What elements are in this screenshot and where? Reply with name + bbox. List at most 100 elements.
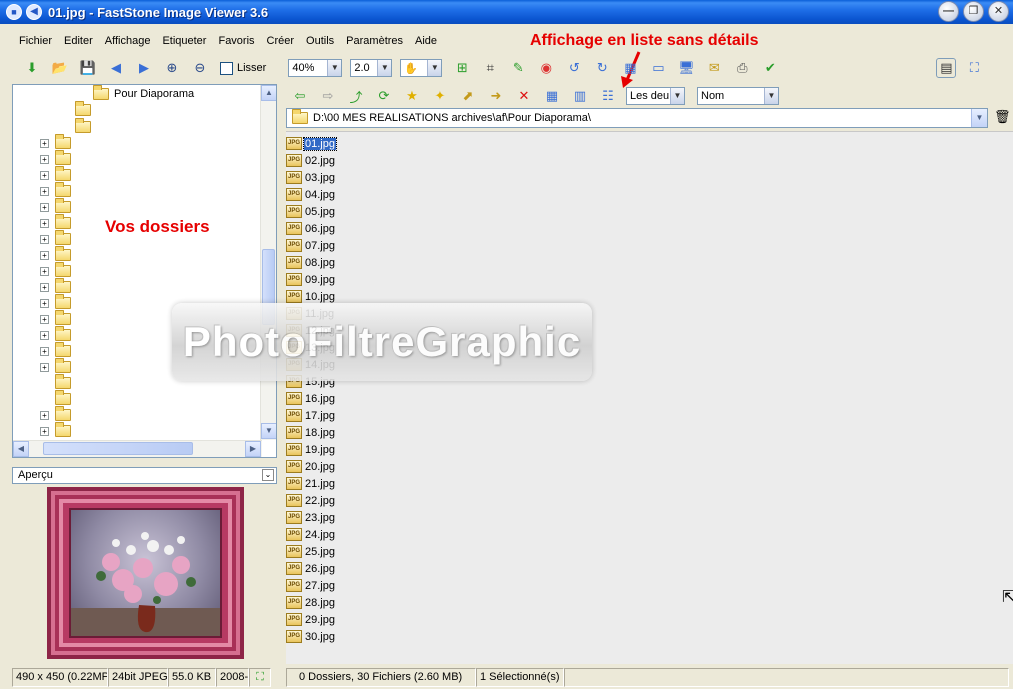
crop-icon[interactable]: ⌗	[480, 58, 500, 78]
zoom-in-icon[interactable]: ⊕	[162, 58, 182, 78]
print-icon[interactable]: ⎙	[732, 58, 752, 78]
tree-item[interactable]: +	[40, 214, 71, 231]
file-item[interactable]: JPG 05.jpg	[286, 203, 336, 220]
move-to-icon[interactable]: ➜	[486, 86, 506, 106]
expand-icon[interactable]: +	[40, 234, 49, 244]
expand-icon[interactable]: +	[40, 298, 49, 308]
tree-item[interactable]: +	[40, 246, 71, 263]
tree-item[interactable]: +	[40, 358, 71, 375]
filter-combo[interactable]: Les deu: ▼	[626, 87, 685, 105]
tree-vertical-scrollbar[interactable]: ▲ ▼	[260, 85, 276, 440]
file-item[interactable]: JPG 18.jpg	[286, 424, 336, 441]
tree-item[interactable]: +	[40, 310, 71, 327]
file-item[interactable]: JPG 23.jpg	[286, 509, 336, 526]
menu-etiqueter[interactable]: Etiqueter	[156, 35, 212, 47]
expand-icon[interactable]: +	[40, 410, 49, 420]
recycle-bin-icon[interactable]: 🗑	[994, 109, 1011, 125]
details-view-icon[interactable]: ▥	[570, 86, 590, 106]
fit-icon[interactable]: ⛶	[249, 667, 271, 687]
folder-up-icon[interactable]: ⤴	[346, 86, 366, 106]
chevron-down-icon[interactable]: ▼	[327, 60, 342, 76]
copy-to-icon[interactable]: ⬈	[458, 86, 478, 106]
tree-item[interactable]: +	[40, 406, 71, 423]
tree-item[interactable]	[55, 390, 71, 407]
next-icon[interactable]: ▶	[134, 58, 154, 78]
rotate-right-icon[interactable]: ↻	[592, 58, 612, 78]
chevron-down-icon[interactable]: ⌄	[262, 469, 274, 481]
file-item[interactable]: JPG 28.jpg	[286, 594, 336, 611]
tree-item[interactable]: +	[40, 182, 71, 199]
save-icon[interactable]: 💾	[78, 58, 98, 78]
expand-icon[interactable]: +	[40, 426, 49, 436]
rotate-left-icon[interactable]: ↺	[564, 58, 584, 78]
red-eye-icon[interactable]: ◉	[536, 58, 556, 78]
tree-item-selected[interactable]: Pour Diaporama	[93, 85, 195, 102]
list-view-icon[interactable]: ☷	[598, 86, 618, 106]
scrollbar-thumb[interactable]	[43, 442, 193, 455]
refresh-icon[interactable]: ⟳	[374, 86, 394, 106]
thumbnails-icon[interactable]: ▦	[620, 58, 640, 78]
app-icon[interactable]: ◀	[26, 4, 42, 20]
tree-item[interactable]: +	[40, 278, 71, 295]
expand-icon[interactable]: +	[40, 314, 49, 324]
tree-item[interactable]: +	[40, 294, 71, 311]
file-item[interactable]: JPG 06.jpg	[286, 220, 336, 237]
chevron-up-icon[interactable]: ▲	[261, 85, 276, 101]
tree-item[interactable]	[75, 118, 91, 135]
file-item[interactable]: JPG 02.jpg	[286, 152, 336, 169]
file-item[interactable]: JPG 20.jpg	[286, 458, 336, 475]
tree-item[interactable]: +	[40, 198, 71, 215]
menu-editer[interactable]: Editer	[58, 35, 99, 47]
chevron-down-icon[interactable]: ▼	[971, 109, 987, 127]
menu-fichier[interactable]: Fichier	[13, 35, 58, 47]
file-item[interactable]: JPG 29.jpg	[286, 611, 336, 628]
expand-icon[interactable]: +	[40, 154, 49, 164]
forward-icon[interactable]: ⇨	[318, 86, 338, 106]
draw-icon[interactable]: ✎	[508, 58, 528, 78]
expand-icon[interactable]: +	[40, 330, 49, 340]
file-item[interactable]: JPG 07.jpg	[286, 237, 336, 254]
title-bar[interactable]: ■ ◀ 01.jpg - FastStone Image Viewer 3.6 …	[0, 0, 1013, 24]
tree-item[interactable]: +	[40, 230, 71, 247]
file-item[interactable]: JPG 08.jpg	[286, 254, 336, 271]
favorites-icon[interactable]: ★	[402, 86, 422, 106]
preview-header[interactable]: Aperçu ⌄	[12, 467, 277, 484]
chevron-down-icon[interactable]: ▼	[670, 88, 684, 104]
resize-icon[interactable]: ⊞	[452, 58, 472, 78]
expand-icon[interactable]: +	[40, 282, 49, 292]
slideshow-icon[interactable]: 🖥	[676, 58, 696, 78]
minimize-button[interactable]: —	[938, 1, 959, 22]
delete-icon[interactable]: ✕	[514, 86, 534, 106]
chevron-down-icon[interactable]: ▼	[377, 60, 392, 76]
full-view-icon[interactable]: ⛶	[964, 58, 984, 78]
email-icon[interactable]: ✉	[704, 58, 724, 78]
file-list[interactable]: JPG 01.jpg JPG 02.jpg JPG 03.jpg JPG 04.jpg JPG 0…	[286, 131, 1013, 664]
file-item[interactable]: JPG 04.jpg	[286, 186, 336, 203]
tree-item[interactable]: +	[40, 262, 71, 279]
close-button[interactable]: ✕	[988, 1, 1009, 22]
tree-item[interactable]	[75, 101, 91, 118]
chevron-left-icon[interactable]: ◀	[13, 441, 29, 457]
panel-splitter[interactable]	[280, 84, 284, 689]
chevron-down-icon[interactable]: ▼	[261, 423, 276, 439]
path-bar[interactable]: D:\00 MES REALISATIONS archives\af\Pour …	[286, 108, 988, 128]
tree-item[interactable]: +	[40, 134, 71, 151]
menu-creer[interactable]: Créer	[261, 35, 301, 47]
tree-horizontal-scrollbar[interactable]: ◀ ▶	[13, 440, 262, 457]
expand-icon[interactable]: +	[40, 170, 49, 180]
sort-combo[interactable]: Nom ▼	[697, 87, 779, 105]
open-icon[interactable]: ⬇	[22, 58, 42, 78]
file-item[interactable]: JPG 27.jpg	[286, 577, 336, 594]
file-item[interactable]: JPG 26.jpg	[286, 560, 336, 577]
expand-icon[interactable]: +	[40, 202, 49, 212]
chevron-down-icon[interactable]: ▼	[427, 60, 442, 76]
folder-tree[interactable]: Pour Diaporama + + + + + + + + + + + + +…	[12, 84, 277, 458]
file-item[interactable]: JPG 24.jpg	[286, 526, 336, 543]
new-folder-icon[interactable]: ✦	[430, 86, 450, 106]
tree-item[interactable]	[55, 374, 71, 391]
zoom-combo[interactable]: 40% ▼	[288, 59, 343, 77]
system-menu-icon[interactable]: ■	[6, 4, 22, 20]
chevron-right-icon[interactable]: ▶	[245, 441, 261, 457]
factor-combo[interactable]: 2.0 ▼	[350, 59, 393, 77]
tree-item[interactable]: +	[40, 342, 71, 359]
